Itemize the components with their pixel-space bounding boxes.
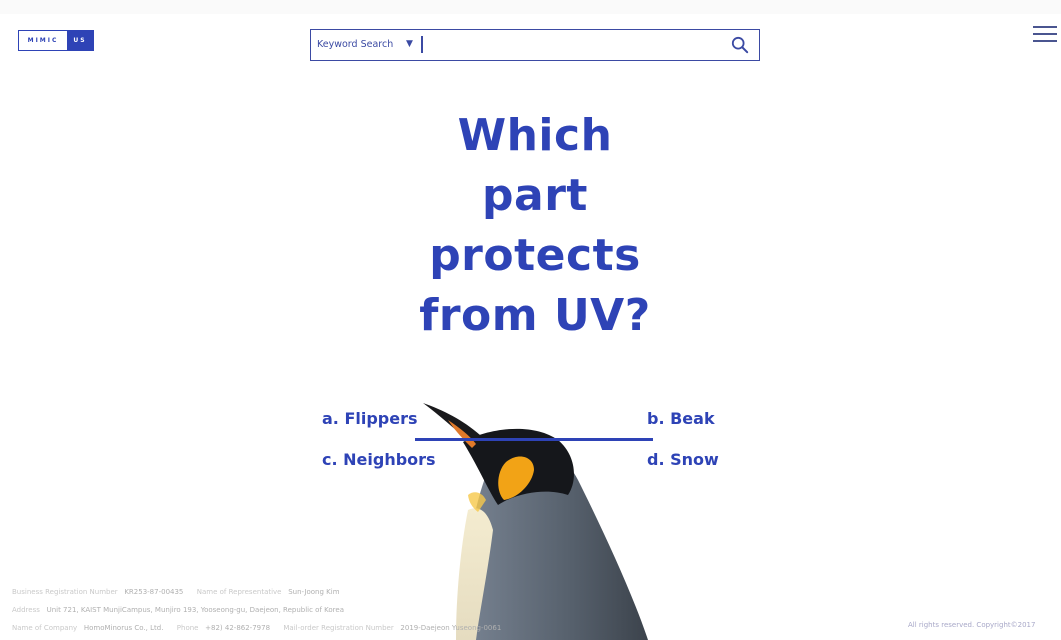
logo-text-right: US (67, 31, 93, 50)
question-line: protects (429, 230, 641, 281)
footer-reg-value: KR253-87-00435 (124, 588, 184, 596)
answer-option-d[interactable]: d. Snow (647, 450, 719, 469)
top-band (0, 0, 1061, 14)
footer-reg-label: Business Registration Number (12, 588, 118, 596)
answer-option-a[interactable]: a. Flippers (322, 409, 418, 428)
search-input[interactable] (425, 33, 719, 57)
footer-mailorder-label: Mail-order Registration Number (283, 624, 394, 632)
logo[interactable]: MIMIC US (18, 30, 94, 51)
answer-option-b[interactable]: b. Beak (647, 409, 715, 428)
search-type-label: Keyword Search (317, 39, 394, 50)
footer-addr-value: Unit 721, KAIST MunjiCampus, Munjiro 193… (46, 606, 344, 614)
footer-rep-label: Name of Representative (196, 588, 282, 596)
question-line: part (482, 170, 588, 221)
search-type-select[interactable]: Keyword Search (317, 30, 393, 59)
text-cursor (421, 36, 423, 53)
penguin-image (423, 403, 648, 640)
search-bar: Keyword Search ▼ (310, 29, 760, 61)
footer-mailorder-value: 2019-Daejeon Yuseong-0061 (400, 624, 502, 632)
footer-line-1: Business Registration Number KR253-87-00… (12, 588, 340, 596)
answer-option-c[interactable]: c. Neighbors (322, 450, 436, 469)
footer-addr-label: Address (12, 606, 40, 614)
hamburger-icon[interactable] (1033, 26, 1057, 44)
question-title: Which part protects from UV? (380, 106, 690, 346)
search-icon[interactable] (731, 36, 749, 54)
footer-line-2: Address Unit 721, KAIST MunjiCampus, Mun… (12, 606, 344, 614)
question-line: Which (457, 110, 613, 161)
footer-line-3: Name of Company HomoMinorus Co., Ltd. Ph… (12, 624, 501, 632)
answer-divider (415, 438, 653, 441)
footer-rep-value: Sun-Joong Kim (288, 588, 340, 596)
copyright-text: All rights reserved. Copyright©2017 (908, 621, 1036, 629)
logo-text-left: MIMIC (19, 31, 67, 50)
footer-company-value: HomoMinorus Co., Ltd. (83, 624, 164, 632)
footer-phone-value: +82) 42-862-7978 (205, 624, 271, 632)
chevron-down-icon[interactable]: ▼ (406, 39, 413, 49)
footer-company-label: Name of Company (12, 624, 78, 632)
question-line: from UV? (419, 290, 651, 341)
footer-phone-label: Phone (176, 624, 199, 632)
